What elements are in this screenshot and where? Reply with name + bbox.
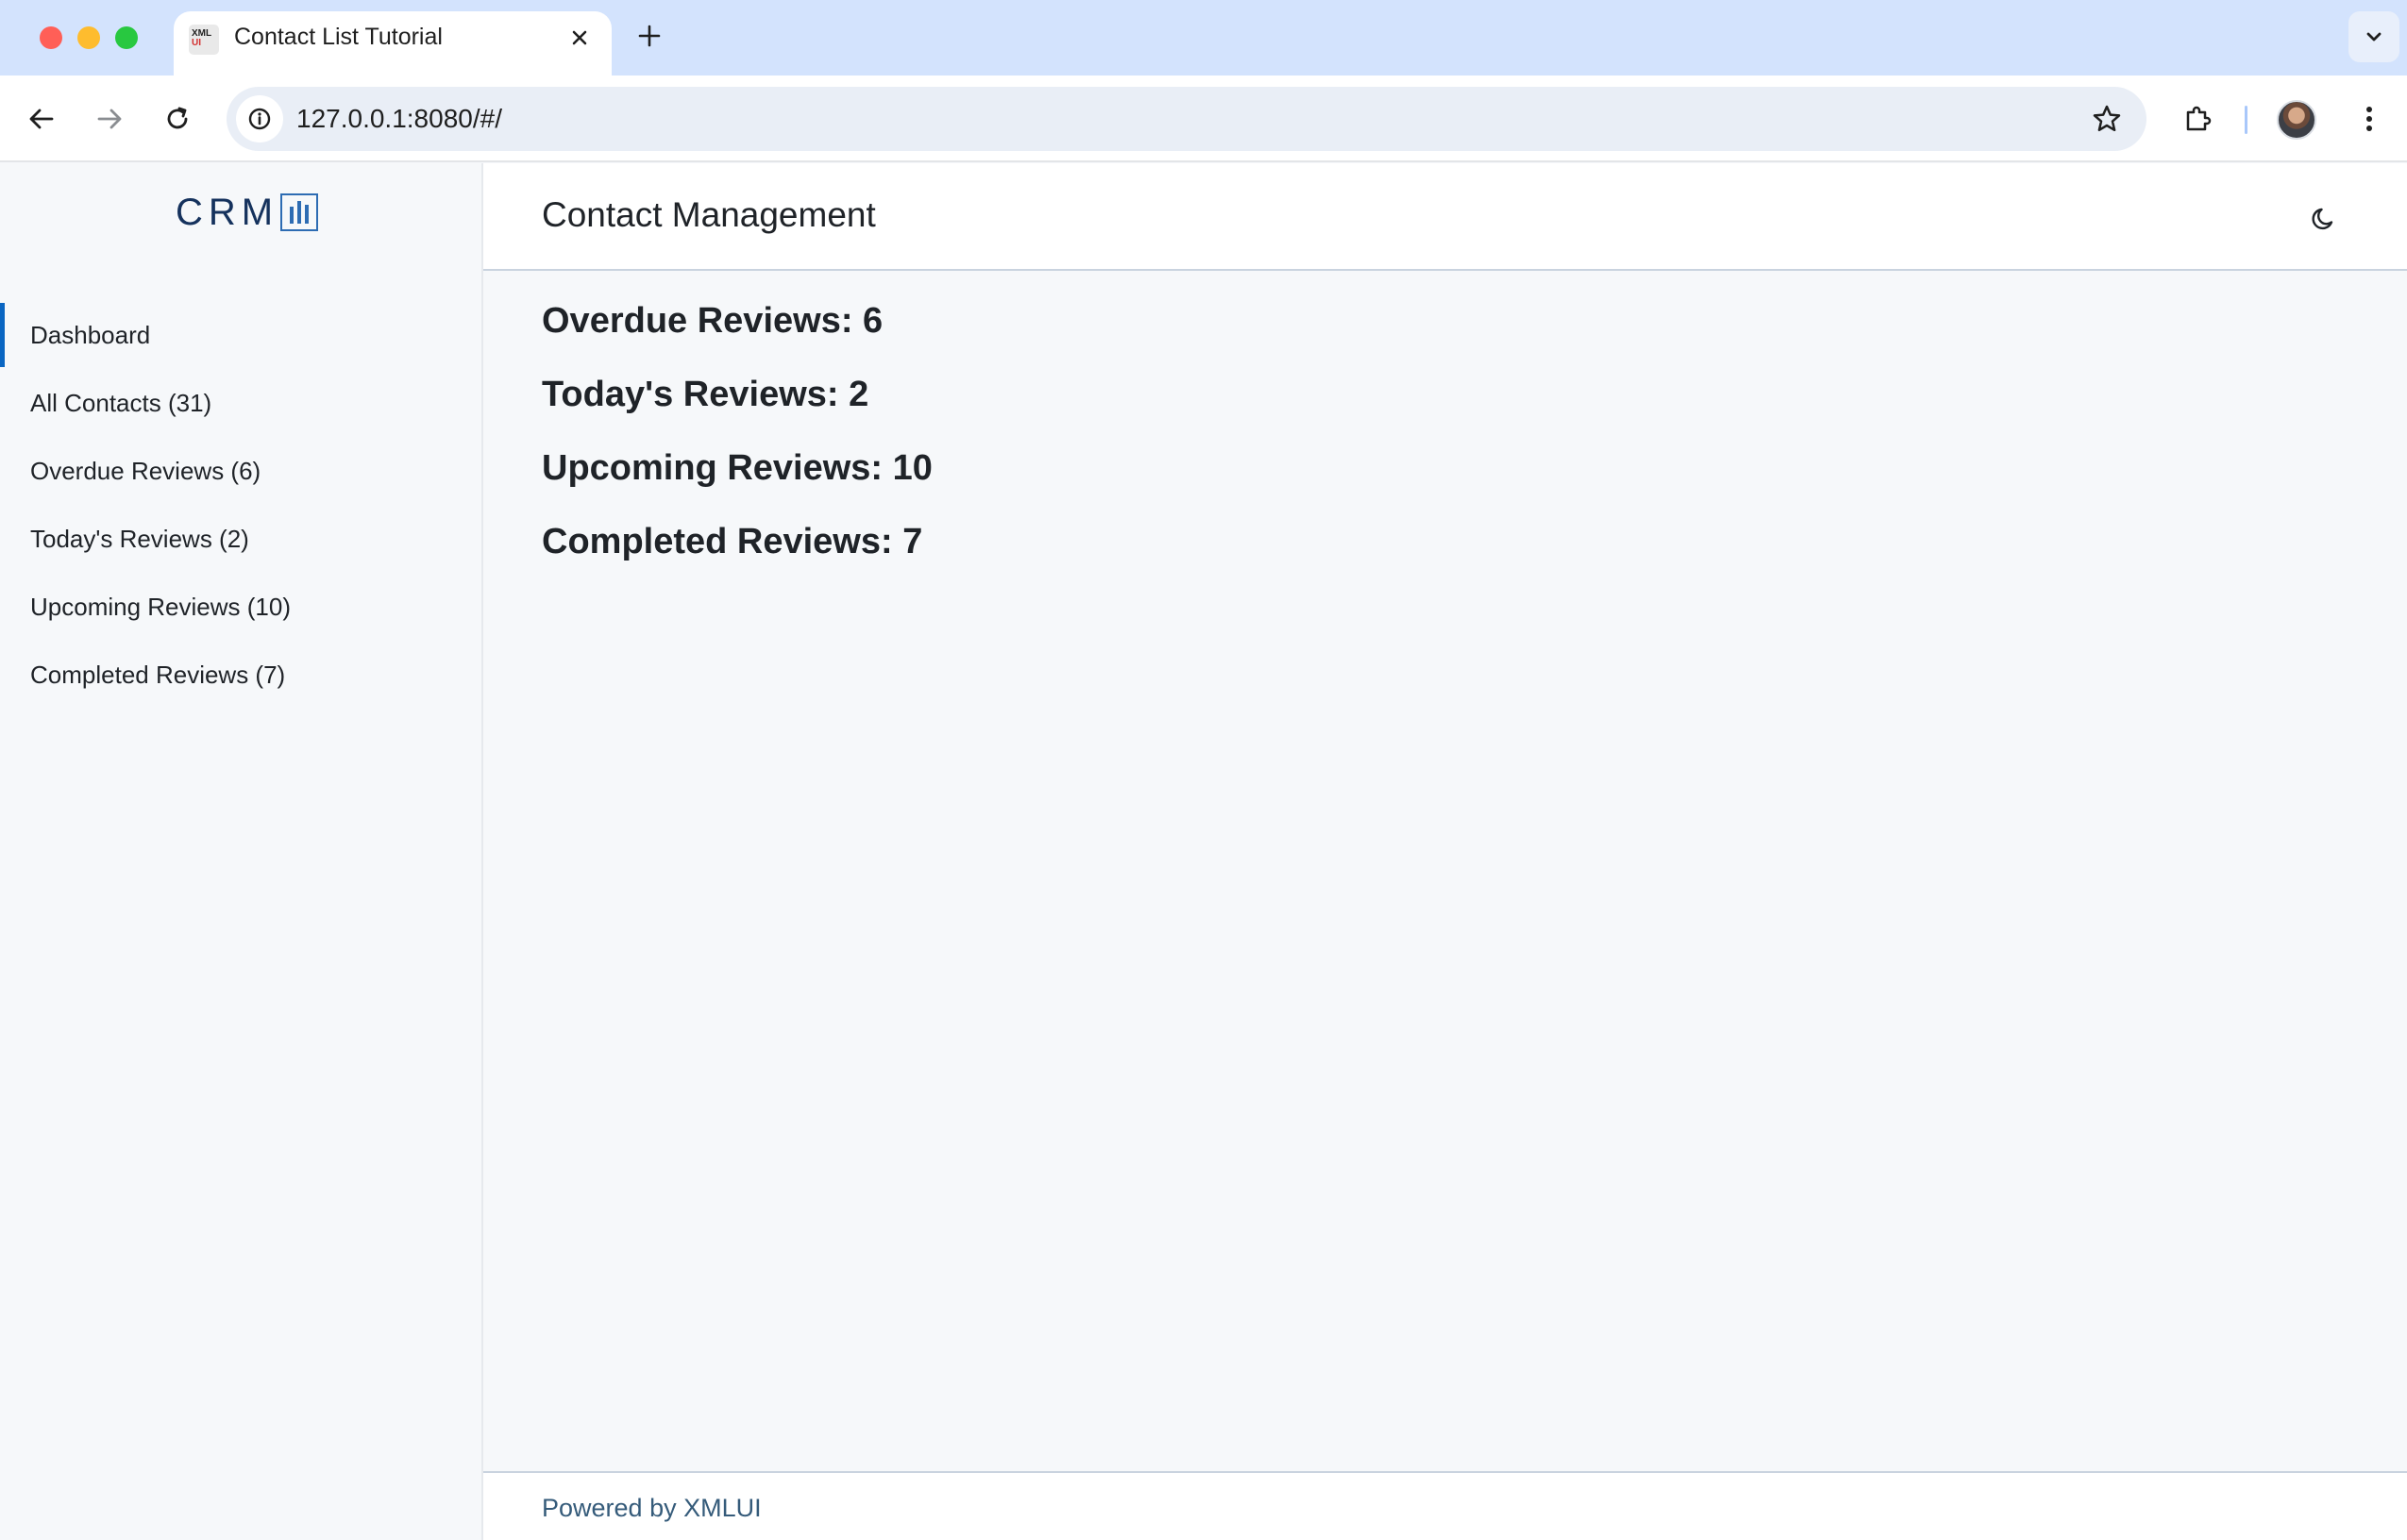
chevron-down-icon[interactable] — [2348, 11, 2399, 62]
stat-todays-reviews: Today's Reviews: 2 — [542, 375, 869, 414]
window-close-button[interactable] — [40, 26, 62, 49]
sidebar-item-label: Overdue Reviews (6) — [30, 456, 261, 485]
app-footer: Powered by XMLUI — [483, 1471, 2407, 1540]
browser-toolbar: 127.0.0.1:8080/#/ — [0, 75, 2407, 162]
page-title: Contact Management — [542, 195, 876, 234]
sidebar-item-label: Dashboard — [30, 320, 151, 349]
avatar[interactable] — [2277, 100, 2316, 140]
kebab-menu-icon[interactable] — [2347, 96, 2392, 142]
sidebar-item-completed-reviews[interactable]: Completed Reviews (7) — [0, 641, 481, 709]
logo-text: CRM — [176, 191, 279, 233]
sidebar-item-dashboard[interactable]: Dashboard — [0, 301, 481, 369]
sidebar: CRM Dashboard All Contacts (31) Overdue … — [0, 163, 483, 1540]
sidebar-item-label: All Contacts (31) — [30, 388, 212, 417]
reload-icon[interactable] — [155, 96, 200, 142]
back-arrow-icon[interactable] — [19, 96, 64, 142]
plus-icon[interactable] — [632, 19, 666, 53]
sidebar-item-all-contacts[interactable]: All Contacts (31) — [0, 369, 481, 437]
close-icon[interactable] — [564, 23, 595, 53]
sidebar-item-label: Today's Reviews (2) — [30, 524, 249, 553]
app-header: Contact Management — [483, 163, 2407, 271]
star-icon[interactable] — [2088, 100, 2126, 138]
stat-completed-reviews: Completed Reviews: 7 — [542, 522, 923, 561]
stat-overdue-reviews: Overdue Reviews: 6 — [542, 301, 884, 341]
sidebar-nav: Dashboard All Contacts (31) Overdue Revi… — [0, 301, 481, 709]
stat-upcoming-reviews: Upcoming Reviews: 10 — [542, 448, 933, 488]
address-bar[interactable]: 127.0.0.1:8080/#/ — [227, 87, 2146, 151]
moon-icon[interactable] — [2303, 197, 2345, 239]
browser-tab-strip: XML UI Contact List Tutorial — [0, 0, 2407, 75]
sidebar-item-label: Completed Reviews (7) — [30, 660, 286, 689]
tab-title: Contact List Tutorial — [234, 24, 443, 50]
window-maximize-button[interactable] — [115, 26, 138, 49]
toolbar-separator — [2245, 106, 2247, 134]
sidebar-item-todays-reviews[interactable]: Today's Reviews (2) — [0, 505, 481, 573]
sidebar-item-overdue-reviews[interactable]: Overdue Reviews (6) — [0, 437, 481, 505]
bar-chart-icon — [280, 193, 319, 231]
sidebar-item-label: Upcoming Reviews (10) — [30, 592, 291, 621]
url-text[interactable]: 127.0.0.1:8080/#/ — [296, 104, 502, 134]
favicon-icon: XML UI — [189, 25, 219, 55]
dashboard-stats: Overdue Reviews: 6 Today's Reviews: 2 Up… — [542, 301, 933, 595]
main-content: Contact Management Overdue Reviews: 6 To… — [483, 163, 2407, 1540]
crm-logo[interactable]: CRM — [176, 191, 319, 233]
info-icon[interactable] — [236, 95, 283, 142]
favicon-text-bottom: UI — [192, 38, 201, 48]
puzzle-icon[interactable] — [2175, 96, 2220, 142]
window-minimize-button[interactable] — [77, 26, 100, 49]
forward-arrow-icon[interactable] — [87, 96, 132, 142]
browser-tab[interactable]: XML UI Contact List Tutorial — [174, 11, 612, 75]
footer-text: Powered by XMLUI — [542, 1494, 762, 1522]
sidebar-item-upcoming-reviews[interactable]: Upcoming Reviews (10) — [0, 573, 481, 641]
